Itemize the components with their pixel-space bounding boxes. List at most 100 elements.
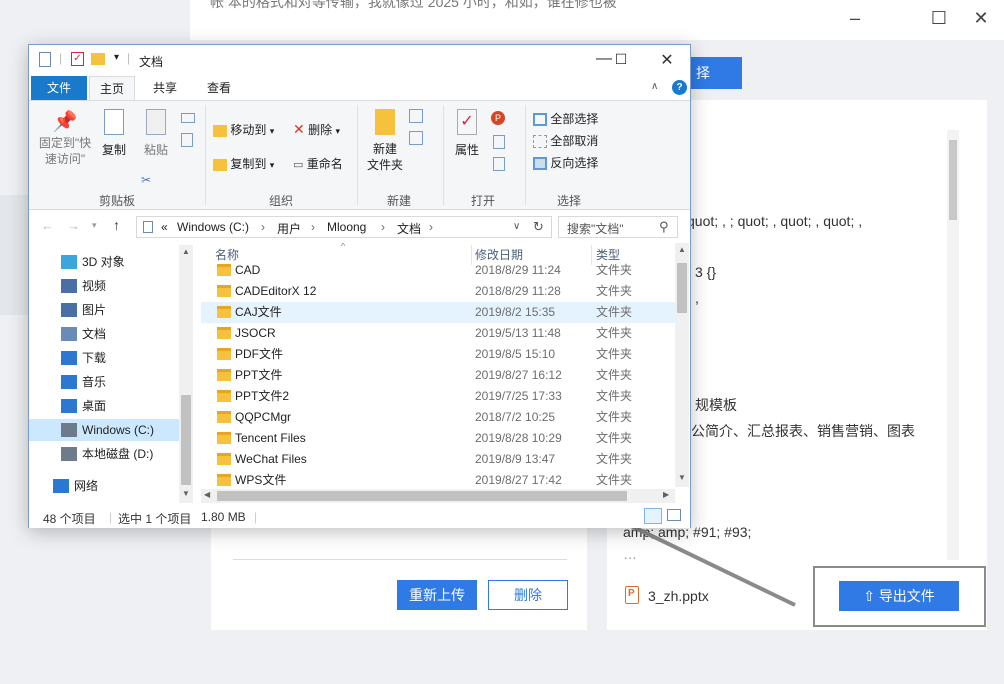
tab-home[interactable]: 主页	[89, 76, 135, 100]
file-row[interactable]: CADEditorX 12 2018/8/29 11:28 文件夹	[201, 281, 675, 302]
breadcrumb-crumb[interactable]: 用户	[277, 220, 301, 237]
paste-icon	[146, 109, 166, 135]
select-none-button[interactable]: 全部取消	[533, 132, 598, 149]
new-item-icon[interactable]	[409, 109, 423, 123]
properties-icon: ✓	[457, 109, 477, 135]
title-bar[interactable]: | ✓ ▾ | 文档 — ☐ ✕	[29, 45, 690, 75]
folder-icon[interactable]	[91, 53, 105, 65]
properties-quick-icon[interactable]: ✓	[71, 52, 84, 66]
properties-button[interactable]: ✓ 属性	[451, 109, 483, 158]
paste-button[interactable]: 粘贴	[141, 109, 171, 158]
details-view-icon[interactable]	[644, 508, 662, 524]
select-all-icon	[533, 113, 547, 127]
nav-item[interactable]: 下载	[29, 347, 181, 369]
nav-item[interactable]: 文档	[29, 323, 181, 345]
file-row[interactable]: JSOCR 2019/5/13 11:48 文件夹	[201, 323, 675, 344]
file-row[interactable]: CAJ文件 2019/8/2 15:35 文件夹	[201, 302, 675, 323]
organize-group-label: 组织	[269, 194, 294, 208]
delete-ribbon-button[interactable]: ✕ 删除 ▾	[293, 121, 340, 138]
recent-dropdown-icon[interactable]: ▾	[92, 220, 97, 231]
file-explorer-window[interactable]: | ✓ ▾ | 文档 — ☐ ✕ 文件 主页 共享 查看 ∧ ? 📌 固定到"快…	[28, 44, 691, 528]
large-icons-view-icon[interactable]	[667, 509, 681, 521]
drive-icon	[61, 423, 77, 437]
paste-shortcut-icon[interactable]	[181, 133, 193, 147]
search-icon: ⚲	[659, 219, 669, 234]
invert-selection-button[interactable]: 反向选择	[533, 154, 598, 171]
easy-access-icon[interactable]	[409, 131, 423, 145]
chevron-up-icon[interactable]: ∧	[651, 81, 658, 92]
nav-item[interactable]: Windows (C:)	[29, 419, 181, 441]
edit-icon[interactable]	[493, 135, 505, 149]
file-list-hscrollbar[interactable]: ◀ ▶	[201, 489, 675, 503]
file-row[interactable]: WPS文件 2019/8/27 17:42 文件夹	[201, 470, 675, 491]
new-group-label: 新建	[387, 194, 412, 208]
document-icon	[61, 327, 77, 341]
move-to-icon	[213, 124, 227, 137]
new-folder-button[interactable]: 新建 文件夹	[365, 109, 405, 173]
rename-button[interactable]: ▭ 重命名	[293, 155, 343, 172]
desktop-icon	[61, 399, 77, 413]
drive-icon	[61, 447, 77, 461]
select-all-button[interactable]: 全部选择	[533, 110, 598, 127]
file-list: ^ 名称 修改日期 类型 CAD 2018/8/29 11:24 文件夹 CADEdi…	[201, 243, 675, 505]
tab-share[interactable]: 共享	[145, 76, 185, 100]
search-input[interactable]: 搜索"文档" ⚲	[558, 216, 678, 238]
file-row[interactable]: PDF文件 2019/8/5 15:10 文件夹	[201, 344, 675, 365]
nav-item[interactable]: 视频	[29, 275, 181, 297]
tab-view[interactable]: 查看	[199, 76, 239, 100]
back-arrow-icon[interactable]: ←	[41, 218, 54, 233]
copy-to-icon	[213, 158, 227, 171]
file-row[interactable]: WeChat Files 2019/8/9 13:47 文件夹	[201, 449, 675, 470]
help-icon[interactable]: ?	[672, 80, 687, 95]
file-row[interactable]: Tencent Files 2019/8/28 10:29 文件夹	[201, 428, 675, 449]
breadcrumb-crumb[interactable]: Windows (C:)	[177, 220, 249, 234]
open-group-label: 打开	[471, 194, 496, 208]
file-row[interactable]: PPT文件 2019/8/27 16:12 文件夹	[201, 365, 675, 386]
selected-count: 选中 1 个项目	[118, 512, 192, 526]
history-icon[interactable]	[493, 157, 505, 171]
breadcrumb-crumb[interactable]: 文档	[397, 220, 421, 237]
cube-icon	[61, 255, 77, 269]
navigation-pane: 3D 对象 视频 图片 文档 下载 音乐 桌面 Windows (C:) 本地磁盘 (D:) 网络	[29, 243, 197, 505]
up-arrow-icon[interactable]: ↑	[113, 217, 120, 233]
folder-icon	[217, 327, 231, 339]
file-row[interactable]: QQPCMgr 2018/7/2 10:25 文件夹	[201, 407, 675, 428]
address-bar[interactable]: « Windows (C:) › 用户 › Mloong › 文档 › ∨ ↻	[136, 216, 552, 238]
close-button[interactable]: ✕	[652, 50, 682, 70]
nav-scrollbar[interactable]: ▲ ▼	[179, 245, 193, 503]
document-icon	[143, 221, 153, 233]
forward-arrow-icon[interactable]: →	[67, 218, 80, 233]
select-group-label: 选择	[557, 194, 582, 208]
selected-size: 1.80 MB	[201, 510, 246, 524]
item-count: 48 个项目	[43, 512, 96, 526]
status-bar: 48 个项目 | 选中 1 个项目 1.80 MB |	[29, 506, 690, 528]
folder-icon	[217, 285, 231, 297]
tab-file[interactable]: 文件	[31, 76, 87, 100]
window-title: 文档	[139, 55, 164, 69]
open-with-icon[interactable]: P	[491, 111, 505, 125]
cut-icon[interactable]: ✂	[141, 173, 151, 187]
nav-item[interactable]: 音乐	[29, 371, 181, 393]
move-to-button[interactable]: 移动到 ▾	[213, 121, 274, 138]
folder-icon	[217, 306, 231, 318]
nav-item[interactable]: 图片	[29, 299, 181, 321]
nav-item[interactable]: 网络	[29, 475, 181, 497]
copy-path-icon[interactable]	[181, 113, 195, 123]
nav-item[interactable]: 桌面	[29, 395, 181, 417]
nav-item[interactable]: 本地磁盘 (D:)	[29, 443, 181, 465]
copy-to-button[interactable]: 复制到 ▾	[213, 155, 274, 172]
file-list-vscrollbar[interactable]: ▲ ▼	[675, 243, 689, 487]
pin-quick-access-button[interactable]: 📌 固定到"快 速访问"	[37, 109, 93, 167]
nav-item[interactable]: 3D 对象	[29, 251, 181, 273]
quick-access-dropdown-icon[interactable]: ▾	[114, 52, 119, 63]
maximize-button[interactable]: ☐	[606, 51, 636, 68]
refresh-icon[interactable]: ↻	[533, 219, 544, 235]
sort-ascending-icon: ^	[341, 243, 346, 251]
file-row[interactable]: PPT文件2 2019/7/25 17:33 文件夹	[201, 386, 675, 407]
address-dropdown-icon[interactable]: ∨	[513, 221, 520, 232]
breadcrumb-crumb[interactable]: Mloong	[327, 220, 366, 234]
file-row[interactable]: CAD 2018/8/29 11:24 文件夹	[201, 260, 675, 281]
rename-icon: ▭	[293, 159, 304, 171]
document-icon	[39, 52, 51, 67]
copy-button[interactable]: 复制	[99, 109, 129, 158]
